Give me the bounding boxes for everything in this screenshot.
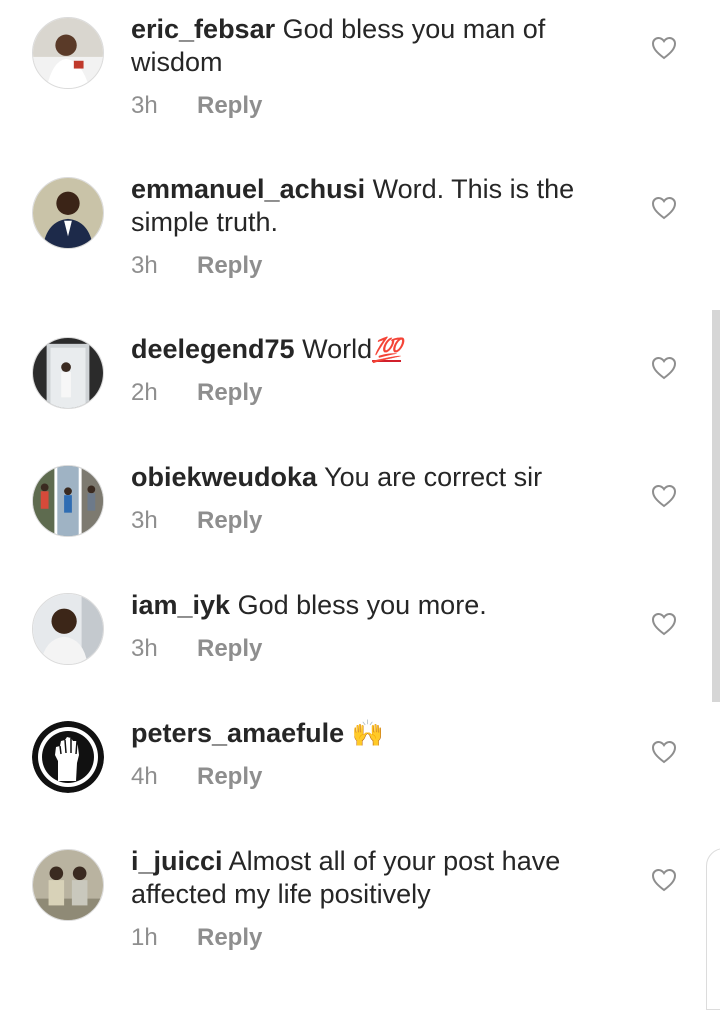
comment-meta: 3h Reply bbox=[131, 506, 262, 536]
comment-meta: 2h Reply bbox=[131, 378, 262, 408]
reply-button[interactable]: Reply bbox=[197, 763, 262, 790]
comment-username[interactable]: eric_febsar bbox=[131, 14, 275, 44]
reply-button[interactable]: Reply bbox=[197, 252, 262, 279]
avatar[interactable] bbox=[32, 593, 104, 665]
comment-username[interactable]: i_juicci bbox=[131, 846, 223, 876]
comment-username[interactable]: obiekweudoka bbox=[131, 462, 317, 492]
hundred-points-emoji: 💯 bbox=[372, 337, 402, 364]
comment-meta: 3h Reply bbox=[131, 251, 262, 281]
reply-button[interactable]: Reply bbox=[197, 924, 262, 951]
comment-text: i_juicci Almost all of your post have af… bbox=[131, 845, 611, 911]
reply-button[interactable]: Reply bbox=[197, 379, 262, 406]
raising-hands-emoji: 🙌 bbox=[351, 718, 385, 748]
comment-username[interactable]: iam_iyk bbox=[131, 590, 230, 620]
avatar[interactable] bbox=[32, 465, 104, 537]
comment-time: 2h bbox=[131, 379, 158, 406]
comment-time: 3h bbox=[131, 507, 158, 534]
heart-icon[interactable] bbox=[651, 356, 677, 380]
scrollbar[interactable] bbox=[712, 310, 720, 702]
comment-time: 3h bbox=[131, 635, 158, 662]
heart-icon[interactable] bbox=[651, 484, 677, 508]
heart-icon[interactable] bbox=[651, 196, 677, 220]
comment-text: iam_iyk God bless you more. bbox=[131, 589, 611, 622]
comment-time: 4h bbox=[131, 763, 158, 790]
comment-meta: 3h Reply bbox=[131, 634, 262, 664]
comment-time: 3h bbox=[131, 252, 158, 279]
avatar[interactable] bbox=[32, 849, 104, 921]
avatar[interactable] bbox=[32, 177, 104, 249]
sheet-edge bbox=[706, 848, 720, 1010]
comment-body: You are correct sir bbox=[324, 462, 543, 492]
comment-username[interactable]: deelegend75 bbox=[131, 334, 295, 364]
comment-text: peters_amaefule 🙌 bbox=[131, 717, 611, 750]
avatar[interactable] bbox=[32, 721, 104, 793]
avatar[interactable] bbox=[32, 337, 104, 409]
comment-time: 1h bbox=[131, 924, 158, 951]
heart-icon[interactable] bbox=[651, 36, 677, 60]
reply-button[interactable]: Reply bbox=[197, 92, 262, 119]
comment-body: World bbox=[302, 334, 373, 364]
avatar[interactable] bbox=[32, 17, 104, 89]
heart-icon[interactable] bbox=[651, 740, 677, 764]
comment-text: emmanuel_achusi Word. This is the simple… bbox=[131, 173, 611, 239]
comment-meta: 3h Reply bbox=[131, 91, 262, 121]
comment-body: God bless you more. bbox=[237, 590, 487, 620]
heart-icon[interactable] bbox=[651, 612, 677, 636]
comment-meta: 4h Reply bbox=[131, 762, 262, 792]
heart-icon[interactable] bbox=[651, 868, 677, 892]
comment-text: deelegend75 World💯 bbox=[131, 333, 611, 367]
comment-text: eric_febsar God bless you man of wisdom bbox=[131, 13, 611, 79]
reply-button[interactable]: Reply bbox=[197, 507, 262, 534]
comment-username[interactable]: emmanuel_achusi bbox=[131, 174, 365, 204]
comment-username[interactable]: peters_amaefule bbox=[131, 718, 344, 748]
comment-meta: 1h Reply bbox=[131, 923, 262, 953]
reply-button[interactable]: Reply bbox=[197, 635, 262, 662]
comment-time: 3h bbox=[131, 92, 158, 119]
comment-text: obiekweudoka You are correct sir bbox=[131, 461, 611, 494]
